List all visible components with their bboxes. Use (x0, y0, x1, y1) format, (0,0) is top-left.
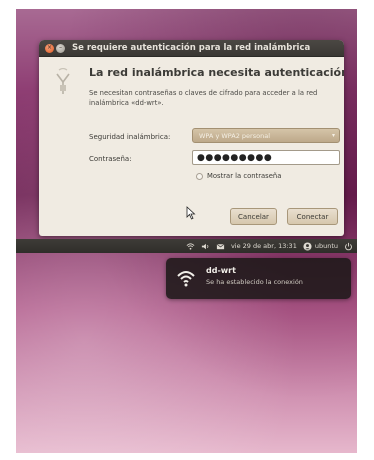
screenshot-frame: × – Se requiere autenticación para la re… (16, 9, 357, 453)
wifi-lock-icon (56, 68, 70, 94)
security-label: Seguridad inalámbrica: (89, 133, 171, 141)
panel-wifi[interactable] (186, 242, 195, 251)
close-icon[interactable]: × (45, 43, 54, 53)
show-password-toggle[interactable]: Mostrar la contraseña (196, 172, 281, 180)
dialog-title: Se requiere autenticación para la red in… (72, 43, 311, 53)
top-panel: vie 29 de abr, 13:31 ubuntu (16, 239, 357, 253)
password-label: Contraseña: (89, 155, 132, 163)
show-password-checkbox[interactable] (196, 172, 203, 180)
panel-username: ubuntu (314, 242, 338, 250)
power-icon (345, 242, 352, 250)
dialog-description: Se necesitan contraseñas o claves de cif… (89, 89, 318, 107)
password-field[interactable]: ●●●●●●●●● (192, 150, 340, 165)
user-icon (303, 241, 312, 251)
panel-clock[interactable]: vie 29 de abr, 13:31 (231, 242, 297, 250)
security-select[interactable]: WPA y WPA2 personal ▾ (192, 128, 340, 143)
panel-mail[interactable] (216, 242, 225, 251)
volume-icon (201, 243, 209, 249)
show-password-label: Mostrar la contraseña (207, 172, 282, 180)
mouse-pointer-icon (186, 206, 196, 220)
dialog-heading: La red inalámbrica necesita autenticació… (89, 66, 344, 79)
notification-bubble: dd-wrt Se ha establecido la conexión (166, 258, 351, 299)
cancel-button[interactable]: Cancelar (230, 208, 277, 225)
dialog-titlebar: × – Se requiere autenticación para la re… (39, 40, 344, 57)
mail-icon (216, 243, 225, 249)
panel-volume[interactable] (201, 242, 210, 251)
notification-body: Se ha establecido la conexión (206, 278, 303, 286)
security-select-value: WPA y WPA2 personal (199, 131, 271, 140)
minimize-icon[interactable]: – (56, 43, 65, 53)
wifi-icon (186, 242, 195, 250)
wifi-icon (177, 271, 195, 287)
notification-title: dd-wrt (206, 266, 236, 275)
auth-dialog: × – Se requiere autenticación para la re… (39, 40, 344, 236)
chevron-down-icon: ▾ (331, 132, 335, 139)
panel-power[interactable] (344, 242, 353, 251)
connect-button[interactable]: Conectar (287, 208, 338, 225)
panel-user[interactable]: ubuntu (303, 241, 338, 251)
